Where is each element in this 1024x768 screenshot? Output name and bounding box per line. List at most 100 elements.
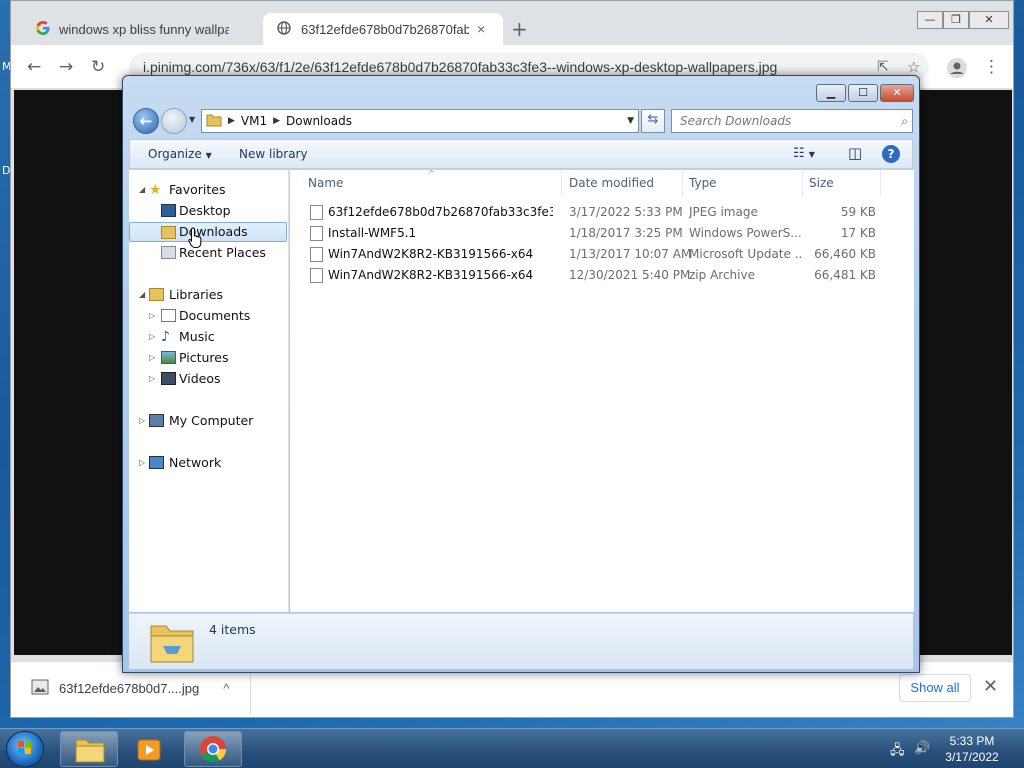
tab-title: windows xp bliss funny wallpaper: [59, 21, 229, 37]
details-pane: 4 items: [129, 613, 913, 669]
computer-icon: [149, 414, 164, 427]
collapsed-arrow-icon[interactable]: ▷: [149, 306, 155, 326]
new-tab-button[interactable]: +: [511, 19, 528, 39]
download-filename: 63f12efde678b0d7....jpg: [59, 680, 200, 696]
nav-recent-places[interactable]: Recent Places: [129, 243, 287, 263]
column-header-size[interactable]: Size: [803, 170, 881, 196]
search-placeholder: Search Downloads: [680, 114, 792, 128]
file-size: 66,481 KB: [814, 268, 876, 282]
libraries-icon: [149, 288, 164, 301]
search-icon: ⌕: [901, 114, 908, 128]
address-dropdown-icon[interactable]: ▼: [627, 116, 634, 126]
taskbar-chrome-button[interactable]: [184, 731, 242, 767]
nav-label: Desktop: [179, 203, 231, 218]
taskbar-explorer-button[interactable]: [60, 731, 118, 767]
help-icon[interactable]: ?: [882, 145, 900, 163]
recent-pages-chevron-icon[interactable]: ▼: [189, 115, 195, 124]
nav-favorites[interactable]: ◢ ★ Favorites: [129, 180, 287, 200]
search-input[interactable]: Search Downloads ⌕: [671, 109, 913, 133]
tab-close-icon[interactable]: ×: [477, 21, 485, 37]
item-count: 4 items: [209, 622, 256, 637]
file-size: 59 KB: [840, 205, 876, 219]
breadcrumb-downloads[interactable]: Downloads: [286, 114, 352, 128]
restore-button[interactable]: ❐: [943, 11, 969, 29]
nav-desktop[interactable]: Desktop: [129, 201, 287, 221]
windows-logo-icon: [18, 741, 31, 754]
nav-label: My Computer: [169, 413, 254, 428]
collapsed-arrow-icon[interactable]: ▷: [149, 327, 155, 347]
network-tray-icon[interactable]: 🖧: [890, 741, 905, 763]
explorer-minimize-button[interactable]: ▁: [816, 84, 846, 102]
breadcrumb-vm1[interactable]: VM1: [241, 114, 267, 128]
new-library-button[interactable]: New library: [239, 140, 308, 168]
collapsed-arrow-icon[interactable]: ▷: [149, 348, 155, 368]
close-button[interactable]: ✕: [969, 11, 1009, 29]
tab-image[interactable]: 63f12efde678b0d7b26870fab33c3fe3--window…: [263, 13, 503, 45]
address-breadcrumb[interactable]: ▶ VM1 ▶ Downloads ▼: [201, 109, 639, 133]
explorer-close-button[interactable]: ✕: [880, 84, 914, 102]
minimize-button[interactable]: —: [917, 11, 943, 29]
nav-libraries[interactable]: ◢ Libraries: [129, 285, 287, 305]
pictures-icon: [161, 351, 176, 364]
forward-button[interactable]: [161, 108, 187, 134]
profile-icon[interactable]: [947, 58, 967, 82]
explorer-window: ▁ ☐ ✕ ← ▼ ▶ VM1 ▶ Downloads ▼ ⇆ Search D…: [122, 75, 920, 673]
expanded-arrow-icon[interactable]: ◢: [139, 285, 145, 305]
clock-date: 3/17/2022: [945, 750, 999, 764]
music-icon: ♪: [161, 329, 170, 345]
show-all-button[interactable]: Show all: [899, 674, 971, 702]
recent-places-icon: [161, 246, 176, 259]
column-header-name[interactable]: Name: [302, 170, 562, 196]
taskbar-media-player-button[interactable]: [122, 731, 180, 767]
forward-arrow-icon[interactable]: →: [59, 58, 73, 76]
tab-google-search[interactable]: windows xp bliss funny wallpaper: [21, 13, 261, 45]
system-clock[interactable]: 5:33 PM 3/17/2022: [940, 733, 1004, 765]
chrome-icon: [200, 736, 227, 763]
collapsed-arrow-icon[interactable]: ▷: [149, 369, 155, 389]
column-header-date[interactable]: Date modified: [563, 170, 683, 196]
share-icon[interactable]: ⇱: [877, 58, 889, 76]
folder-icon: [206, 113, 222, 130]
explorer-maximize-button[interactable]: ☐: [848, 84, 878, 102]
file-size: 66,460 KB: [814, 247, 876, 261]
volume-icon[interactable]: 🔊: [914, 741, 930, 756]
close-download-bar-icon[interactable]: ✕: [983, 676, 998, 697]
column-header-type[interactable]: Type: [683, 170, 803, 196]
menu-dots-icon[interactable]: ⋮: [983, 58, 1000, 76]
back-button[interactable]: ←: [133, 108, 159, 134]
reload-icon[interactable]: ↻: [91, 58, 105, 76]
file-date: 1/13/2017 10:07 AM: [569, 247, 692, 261]
preview-pane-icon[interactable]: ◫: [848, 139, 862, 167]
collapsed-arrow-icon[interactable]: ▷: [139, 453, 145, 473]
nav-music[interactable]: ▷ ♪ Music: [129, 327, 287, 347]
organize-button[interactable]: Organize ▼: [148, 140, 212, 168]
collapsed-arrow-icon[interactable]: ▷: [139, 411, 145, 431]
chevron-up-icon[interactable]: ^: [223, 681, 229, 696]
refresh-button[interactable]: ⇆: [641, 109, 665, 133]
file-row[interactable]: Win7AndW2K8R2-KB3191566-x64 12/30/2021 5…: [290, 265, 890, 286]
nav-pictures[interactable]: ▷ Pictures: [129, 348, 287, 368]
file-date: 3/17/2022 5:33 PM: [569, 205, 683, 219]
nav-downloads[interactable]: Downloads: [129, 222, 287, 242]
file-icon: [310, 247, 323, 262]
nav-label: Music: [179, 329, 215, 344]
back-arrow-icon[interactable]: ←: [27, 58, 41, 76]
expanded-arrow-icon[interactable]: ◢: [139, 180, 145, 200]
file-list-pane: ^ Name Date modified Type Size 63f12efde…: [290, 169, 914, 612]
file-row[interactable]: Install-WMF5.1 1/18/2017 3:25 PM Windows…: [290, 223, 890, 244]
nav-documents[interactable]: ▷ Documents: [129, 306, 287, 326]
nav-videos[interactable]: ▷ Videos: [129, 369, 287, 389]
nav-label: Documents: [179, 308, 251, 323]
view-options-icon[interactable]: ☷ ▼: [793, 140, 815, 168]
breadcrumb-separator-icon[interactable]: ▶: [273, 116, 280, 126]
file-row[interactable]: Win7AndW2K8R2-KB3191566-x64 1/13/2017 10…: [290, 244, 890, 265]
star-icon[interactable]: ☆: [907, 58, 920, 76]
start-button[interactable]: [6, 731, 44, 767]
nav-my-computer[interactable]: ▷ My Computer: [129, 411, 287, 431]
file-name: Install-WMF5.1: [328, 226, 417, 240]
breadcrumb-separator-icon[interactable]: ▶: [228, 116, 235, 126]
nav-network[interactable]: ▷ Network: [129, 453, 287, 473]
file-name: Win7AndW2K8R2-KB3191566-x64: [328, 268, 534, 282]
file-row[interactable]: 63f12efde678b0d7b26870fab33c3fe3--wi... …: [290, 202, 890, 223]
refresh-icon: ⇆: [647, 112, 659, 127]
